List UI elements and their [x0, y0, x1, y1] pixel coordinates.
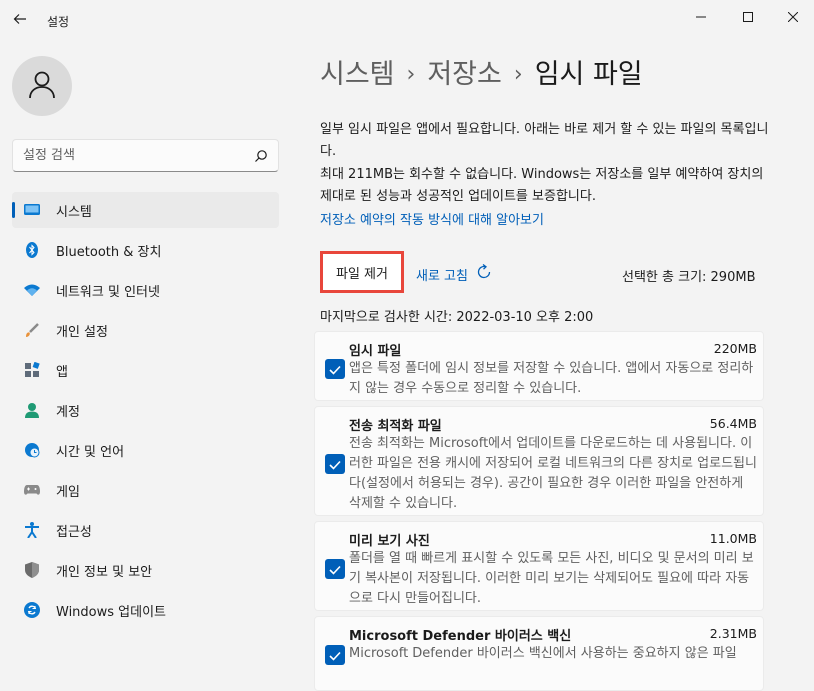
- back-arrow-icon: [13, 11, 27, 30]
- system-icon: [24, 202, 40, 218]
- sidebar-item-label: 게임: [56, 485, 80, 500]
- item-title: Microsoft Defender 바이러스 백신: [349, 629, 572, 644]
- total-selected-size: 선택한 총 크기: 290MB: [622, 270, 756, 285]
- person-icon: [27, 69, 57, 103]
- remove-files-label: 파일 제거: [336, 266, 388, 282]
- close-button[interactable]: [776, 4, 810, 28]
- sidebar-item-label: 앱: [56, 365, 68, 380]
- item-checkbox[interactable]: [325, 559, 345, 579]
- item-checkbox[interactable]: [325, 359, 345, 379]
- brush-icon: [24, 322, 40, 338]
- minimize-button[interactable]: [684, 4, 718, 28]
- app-title: 설정: [47, 15, 70, 29]
- clock-globe-icon: [24, 442, 40, 458]
- maximize-icon: [743, 7, 753, 26]
- reserved-storage-link[interactable]: 저장소 예약의 작동 방식에 대해 알아보기: [320, 209, 544, 228]
- back-button[interactable]: [8, 8, 32, 32]
- search-box[interactable]: [12, 139, 279, 172]
- sidebar-item-system[interactable]: 시스템: [12, 192, 279, 228]
- item-size: 56.4MB: [709, 416, 757, 431]
- item-size: 2.31MB: [709, 626, 757, 641]
- shield-icon: [24, 562, 40, 578]
- breadcrumb-separator: ›: [406, 62, 416, 87]
- bluetooth-icon: [24, 242, 40, 258]
- gamepad-icon: [24, 482, 40, 498]
- reserved-storage-text: 최대 211MB는 회수할 수 없습니다. Windows는 저장소를 일부 예…: [320, 167, 764, 204]
- item-title: 임시 파일: [349, 344, 402, 359]
- main-content: 시스템 › 저장소 › 임시 파일 일부 임시 파일은 앱에서 필요합니다. 아래는 바…: [300, 44, 814, 691]
- search-input[interactable]: [23, 140, 243, 171]
- sidebar-item-label: Bluetooth & 장치: [56, 245, 162, 260]
- breadcrumb-storage[interactable]: 저장소: [427, 59, 502, 90]
- refresh-icon: [476, 263, 492, 284]
- breadcrumb-system[interactable]: 시스템: [320, 59, 395, 90]
- item-size: 220MB: [713, 341, 757, 356]
- item-description: 전송 최적화는 Microsoft에서 업데이트를 다운로드하는 데 사용됩니다…: [349, 436, 757, 511]
- sidebar-item-gaming[interactable]: 게임: [12, 472, 279, 508]
- close-icon: [787, 7, 799, 26]
- minimize-icon: [696, 7, 706, 26]
- list-item: 전송 최적화 파일 56.4MB 전송 최적화는 Microsoft에서 업데이…: [314, 406, 764, 516]
- sidebar-nav: 시스템 Bluetooth & 장치 네트워크 및 인터넷 개인 설정 앱 계정…: [12, 192, 279, 632]
- sidebar-item-label: 개인 정보 및 보안: [56, 565, 153, 580]
- sidebar-item-label: 네트워크 및 인터넷: [56, 285, 160, 300]
- avatar[interactable]: [12, 56, 72, 116]
- checkmark-icon: [329, 560, 341, 579]
- search-icon[interactable]: [254, 148, 268, 162]
- sidebar-item-label: Windows 업데이트: [56, 605, 167, 620]
- item-title: 미리 보기 사진: [349, 534, 430, 549]
- sidebar-item-label: 시간 및 언어: [56, 445, 125, 460]
- maximize-button[interactable]: [731, 4, 765, 28]
- item-size: 11.0MB: [709, 531, 757, 546]
- sidebar-item-accounts[interactable]: 계정: [12, 392, 279, 428]
- sidebar: 시스템 Bluetooth & 장치 네트워크 및 인터넷 개인 설정 앱: [0, 44, 295, 691]
- sidebar-item-personalization[interactable]: 개인 설정: [12, 312, 279, 348]
- sidebar-item-label: 계정: [56, 405, 80, 420]
- account-icon: [24, 402, 40, 418]
- page-title: 임시 파일: [534, 59, 643, 90]
- apps-icon: [24, 362, 40, 378]
- item-checkbox[interactable]: [325, 454, 345, 474]
- sidebar-item-apps[interactable]: 앱: [12, 352, 279, 388]
- sidebar-item-windows-update[interactable]: Windows 업데이트: [12, 592, 279, 628]
- title-bar: 설정: [0, 0, 814, 44]
- item-description: 앱은 특정 폴더에 임시 정보를 저장할 수 있습니다. 앱에서 자동으로 정리…: [349, 361, 754, 396]
- refresh-button[interactable]: 새로 고침: [416, 262, 492, 286]
- wifi-icon: [24, 282, 40, 298]
- checkmark-icon: [329, 455, 341, 474]
- update-icon: [24, 602, 40, 618]
- breadcrumb: 시스템 › 저장소 › 임시 파일: [320, 52, 643, 91]
- breadcrumb-separator: ›: [513, 62, 523, 87]
- list-item: 미리 보기 사진 11.0MB 폴더를 열 때 빠르게 표시할 수 있도록 모든…: [314, 521, 764, 611]
- item-title: 전송 최적화 파일: [349, 419, 442, 434]
- list-item: Microsoft Defender 바이러스 백신 2.31MB Micros…: [314, 616, 764, 691]
- last-scan-time: 마지막으로 검사한 시간: 2022-03-10 오후 2:00: [320, 310, 594, 325]
- sidebar-item-network[interactable]: 네트워크 및 인터넷: [12, 272, 279, 308]
- sidebar-item-label: 접근성: [56, 525, 92, 540]
- item-description: 폴더를 열 때 빠르게 표시할 수 있도록 모든 사진, 비디오 및 문서의 미…: [349, 551, 754, 606]
- sidebar-item-label: 시스템: [56, 205, 92, 220]
- accessibility-icon: [24, 522, 40, 538]
- checkmark-icon: [329, 360, 341, 379]
- sidebar-item-accessibility[interactable]: 접근성: [12, 512, 279, 548]
- list-item: 임시 파일 220MB 앱은 특정 폴더에 임시 정보를 저장할 수 있습니다.…: [314, 331, 764, 401]
- refresh-label: 새로 고침: [416, 268, 468, 284]
- sidebar-item-bluetooth[interactable]: Bluetooth & 장치: [12, 232, 279, 268]
- sidebar-item-privacy-security[interactable]: 개인 정보 및 보안: [12, 552, 279, 588]
- item-checkbox[interactable]: [325, 645, 345, 665]
- checkmark-icon: [329, 646, 341, 665]
- sidebar-item-time-language[interactable]: 시간 및 언어: [12, 432, 279, 468]
- description-text: 일부 임시 파일은 앱에서 필요합니다. 아래는 바로 제거 할 수 있는 파일…: [320, 122, 769, 159]
- item-description: Microsoft Defender 바이러스 백신에서 사용하는 중요하지 않…: [349, 646, 737, 661]
- sidebar-item-label: 개인 설정: [56, 325, 108, 340]
- remove-files-button[interactable]: 파일 제거: [320, 251, 404, 293]
